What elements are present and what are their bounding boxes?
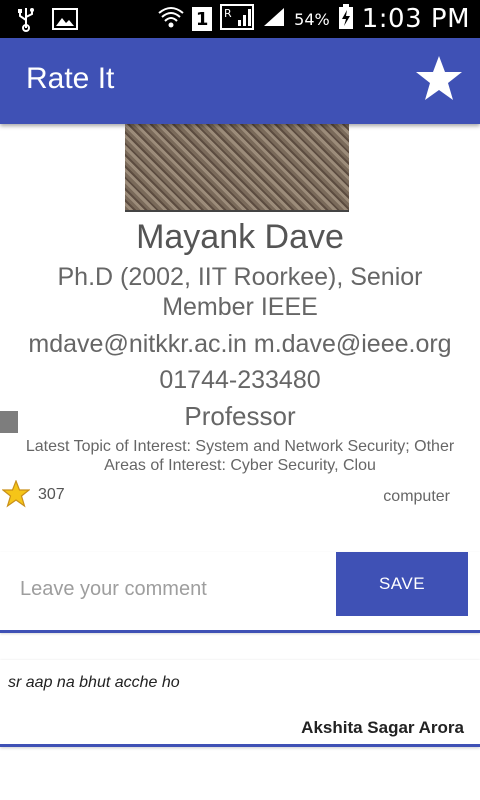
wifi-icon — [158, 6, 184, 32]
signal-roaming-icon: R — [220, 4, 255, 34]
areas-of-interest: Latest Topic of Interest: System and Net… — [25, 438, 455, 474]
svg-text:R: R — [224, 7, 232, 20]
app-bar: Rate It — [0, 38, 480, 124]
review-author: Akshita Sagar Arora — [301, 718, 464, 737]
email-address: mdave@nitkkr.ac.in m.dave@ieee.org — [28, 330, 452, 358]
usb-icon — [16, 6, 36, 37]
star-icon — [416, 56, 462, 100]
review-text: sr aap na bhut acche ho — [8, 674, 180, 691]
phone-number: 01744-233480 — [159, 366, 321, 394]
rating-star-icon — [1, 479, 31, 508]
app-title: Rate It — [26, 62, 115, 95]
signal-icon — [262, 6, 286, 32]
profile-photo — [125, 122, 349, 212]
sim-slot-badge: 1 — [192, 7, 213, 31]
qualification: Ph.D (2002, IIT Roorkee), Senior Member … — [57, 263, 423, 321]
rate-star-button[interactable] — [414, 54, 464, 104]
faculty-name: Mayank Dave — [136, 218, 344, 256]
rating-count: 307 — [38, 486, 65, 503]
battery-charging-icon — [338, 4, 354, 34]
comment-form: SAVE — [0, 552, 480, 633]
review-card: sr aap na bhut acche ho Akshita Sagar Ar… — [0, 660, 480, 747]
designation: Professor — [184, 401, 296, 431]
clock: 1:03 PM — [361, 4, 470, 34]
comment-input[interactable] — [18, 572, 322, 606]
battery-percent: 54% — [294, 9, 330, 29]
save-button[interactable]: SAVE — [336, 552, 468, 616]
gallery-icon — [52, 8, 78, 35]
status-bar: 1 R 54% 1:03 PM — [0, 0, 480, 38]
department: computer — [383, 488, 450, 505]
